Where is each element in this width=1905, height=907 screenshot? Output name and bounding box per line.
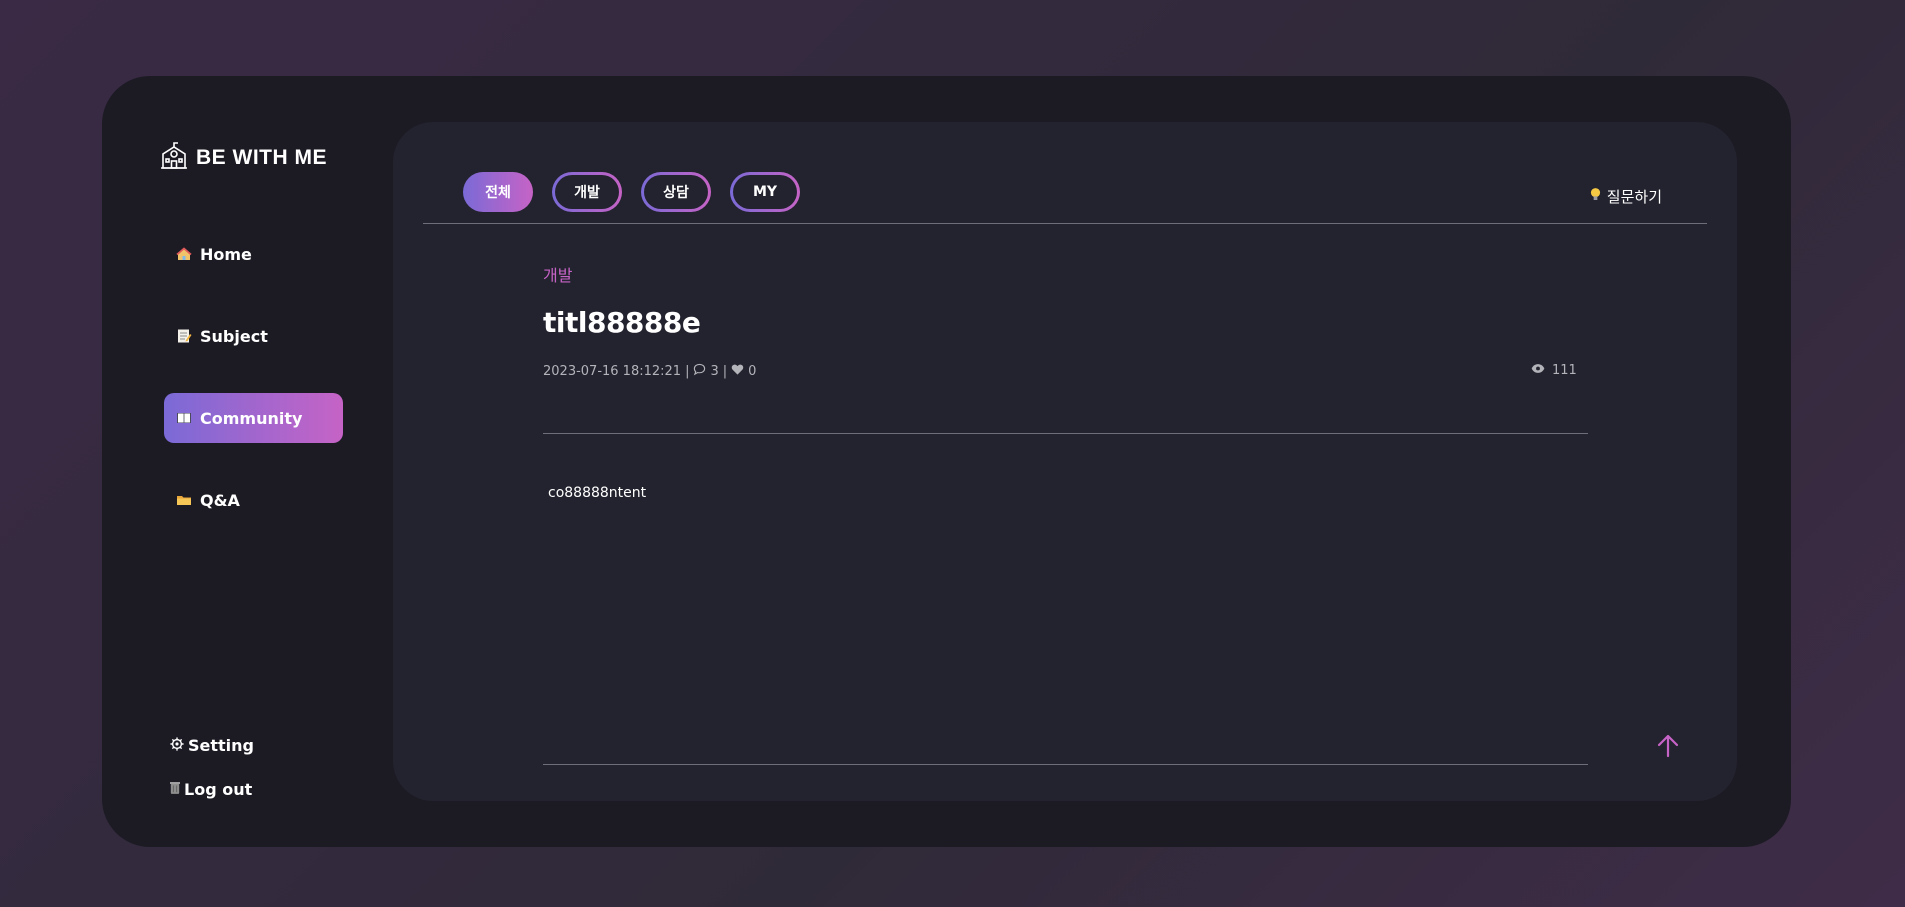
sidebar-item-community[interactable]: Community xyxy=(164,393,343,443)
ask-question-label: 질문하기 xyxy=(1606,188,1662,206)
sidebar-item-label: Community xyxy=(200,408,303,428)
brand-name: BE WITH ME xyxy=(196,146,327,169)
post-footer-divider xyxy=(543,764,1588,765)
sidebar-item-label: Home xyxy=(200,244,252,264)
scroll-top-button[interactable] xyxy=(1655,733,1681,759)
tabs-divider xyxy=(423,223,1707,224)
gear-icon xyxy=(170,736,184,755)
house-icon xyxy=(176,246,192,262)
sidebar-item-label: Subject xyxy=(200,326,268,346)
arrow-up-icon xyxy=(1655,734,1681,763)
sidebar-item-home[interactable]: Home xyxy=(164,229,343,279)
tab-all[interactable]: 전체 xyxy=(463,172,533,212)
brand-logo[interactable]: BE WITH ME xyxy=(160,142,327,174)
tab-dev[interactable]: 개발 xyxy=(552,172,622,212)
school-building-icon xyxy=(160,142,188,174)
post-header-divider xyxy=(543,433,1588,434)
post-meta: 2023-07-16 18:12:21 | 3 | 0 xyxy=(543,363,756,380)
heart-icon[interactable] xyxy=(731,363,744,380)
view-count: 111 xyxy=(1531,363,1577,378)
post-content: co88888ntent xyxy=(548,485,647,501)
sidebar-setting[interactable]: Setting xyxy=(170,736,254,755)
post-category: 개발 xyxy=(543,266,573,285)
app-window: BE WITH ME Home Subject Community Q&A Se… xyxy=(102,76,1791,847)
setting-label: Setting xyxy=(188,736,254,755)
post-title: titl88888e xyxy=(543,306,701,339)
category-tabs: 전체 개발 상담 MY xyxy=(463,172,800,212)
comment-icon xyxy=(693,363,706,380)
folder-icon xyxy=(176,492,192,508)
meta-separator: | xyxy=(722,364,728,379)
like-count: 0 xyxy=(748,364,757,379)
sidebar-item-label: Q&A xyxy=(200,490,240,510)
ask-question-button[interactable]: 질문하기 xyxy=(1590,186,1662,207)
trash-can-icon xyxy=(170,780,180,799)
comment-count: 3 xyxy=(710,364,719,379)
main-panel: 전체 개발 상담 MY 질문하기 개발 titl88888e 2023-07-1… xyxy=(393,122,1737,801)
memo-icon xyxy=(176,328,192,344)
lightbulb-icon xyxy=(1590,187,1601,206)
sidebar-item-subject[interactable]: Subject xyxy=(164,311,343,361)
meta-separator: | xyxy=(685,364,690,379)
logout-label: Log out xyxy=(184,780,253,799)
tab-my[interactable]: MY xyxy=(730,172,800,212)
tab-counsel[interactable]: 상담 xyxy=(641,172,711,212)
sidebar-item-qna[interactable]: Q&A xyxy=(164,475,343,525)
eye-icon xyxy=(1531,363,1545,378)
post-date: 2023-07-16 18:12:21 xyxy=(543,364,682,379)
sidebar-logout[interactable]: Log out xyxy=(170,780,252,799)
open-book-icon xyxy=(176,410,192,426)
view-count-value: 111 xyxy=(1552,363,1577,378)
